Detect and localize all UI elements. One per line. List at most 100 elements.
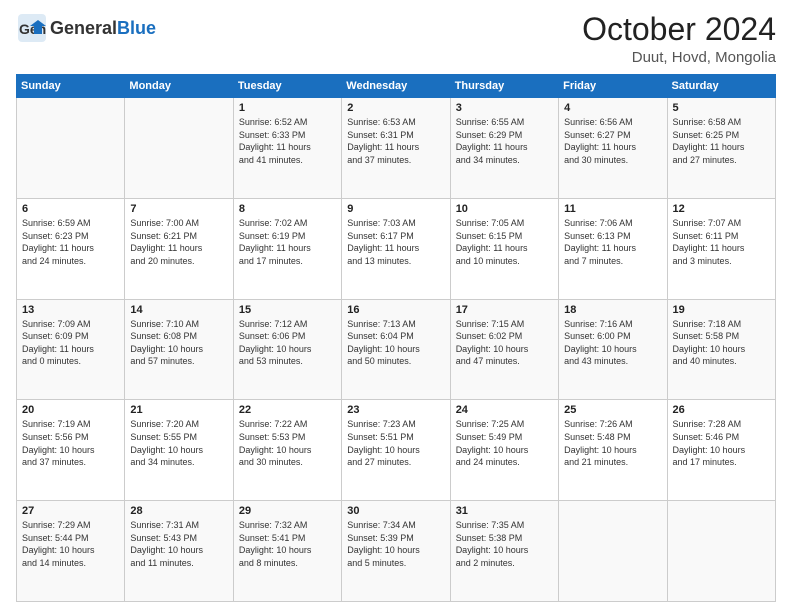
day-info: Sunrise: 6:53 AM Sunset: 6:31 PM Dayligh… bbox=[347, 116, 444, 166]
calendar-day-cell: 4 Sunrise: 6:56 AM Sunset: 6:27 PM Daylig… bbox=[559, 98, 667, 199]
calendar-day-cell: 23 Sunrise: 7:23 AM Sunset: 5:51 PM Dayli… bbox=[342, 400, 450, 501]
day-info: Sunrise: 7:35 AM Sunset: 5:38 PM Dayligh… bbox=[456, 519, 553, 569]
calendar-day-cell: 2Sunrise: 6:53 AM Sunset: 6:31 PM Daylig… bbox=[342, 98, 450, 199]
calendar-day-cell: 30 Sunrise: 7:34 AM Sunset: 5:39 PM Dayli… bbox=[342, 501, 450, 602]
day-number: 23 bbox=[347, 404, 444, 416]
day-info: Sunrise: 7:06 AM Sunset: 6:13 PM Dayligh… bbox=[564, 217, 661, 267]
day-info: Sunrise: 6:56 AM Sunset: 6:27 PM Dayligh… bbox=[564, 116, 661, 166]
calendar-body: 1Sunrise: 6:52 AM Sunset: 6:33 PM Daylig… bbox=[17, 98, 776, 602]
day-info: Sunrise: 7:26 AM Sunset: 5:48 PM Dayligh… bbox=[564, 418, 661, 468]
day-info: Sunrise: 7:02 AM Sunset: 6:19 PM Dayligh… bbox=[239, 217, 336, 267]
day-of-week-header: Friday bbox=[559, 75, 667, 98]
day-info: Sunrise: 7:13 AM Sunset: 6:04 PM Dayligh… bbox=[347, 318, 444, 368]
day-number: 19 bbox=[673, 304, 770, 316]
day-info: Sunrise: 7:12 AM Sunset: 6:06 PM Dayligh… bbox=[239, 318, 336, 368]
day-info: Sunrise: 7:07 AM Sunset: 6:11 PM Dayligh… bbox=[673, 217, 770, 267]
calendar-day-cell: 18 Sunrise: 7:16 AM Sunset: 6:00 PM Dayli… bbox=[559, 299, 667, 400]
day-number: 28 bbox=[130, 505, 227, 517]
calendar-day-cell: 8 Sunrise: 7:02 AM Sunset: 6:19 PM Daylig… bbox=[233, 198, 341, 299]
day-info: Sunrise: 7:03 AM Sunset: 6:17 PM Dayligh… bbox=[347, 217, 444, 267]
calendar-day-cell: 15Sunrise: 7:12 AM Sunset: 6:06 PM Dayli… bbox=[233, 299, 341, 400]
header: Gen GeneralBlue October 2024 Duut, Hovd,… bbox=[16, 12, 776, 66]
day-info: Sunrise: 7:23 AM Sunset: 5:51 PM Dayligh… bbox=[347, 418, 444, 468]
day-number: 26 bbox=[673, 404, 770, 416]
calendar-day-cell: 26 Sunrise: 7:28 AM Sunset: 5:46 PM Dayli… bbox=[667, 400, 775, 501]
calendar-week-row: 1Sunrise: 6:52 AM Sunset: 6:33 PM Daylig… bbox=[17, 98, 776, 199]
day-info: Sunrise: 7:20 AM Sunset: 5:55 PM Dayligh… bbox=[130, 418, 227, 468]
day-number: 12 bbox=[673, 203, 770, 215]
day-info: Sunrise: 7:25 AM Sunset: 5:49 PM Dayligh… bbox=[456, 418, 553, 468]
day-number: 27 bbox=[22, 505, 119, 517]
calendar-day-cell: 17Sunrise: 7:15 AM Sunset: 6:02 PM Dayli… bbox=[450, 299, 558, 400]
calendar-day-cell: 24 Sunrise: 7:25 AM Sunset: 5:49 PM Dayli… bbox=[450, 400, 558, 501]
day-info: Sunrise: 7:32 AM Sunset: 5:41 PM Dayligh… bbox=[239, 519, 336, 569]
day-number: 6 bbox=[22, 203, 119, 215]
day-info: Sunrise: 7:22 AM Sunset: 5:53 PM Dayligh… bbox=[239, 418, 336, 468]
calendar-day-cell: 7 Sunrise: 7:00 AM Sunset: 6:21 PM Daylig… bbox=[125, 198, 233, 299]
calendar-day-cell: 16 Sunrise: 7:13 AM Sunset: 6:04 PM Dayli… bbox=[342, 299, 450, 400]
calendar-day-cell: 11 Sunrise: 7:06 AM Sunset: 6:13 PM Dayli… bbox=[559, 198, 667, 299]
calendar-table: SundayMondayTuesdayWednesdayThursdayFrid… bbox=[16, 74, 776, 602]
calendar-day-cell bbox=[667, 501, 775, 602]
day-of-week-header: Wednesday bbox=[342, 75, 450, 98]
day-number: 30 bbox=[347, 505, 444, 517]
month-year: October 2024 bbox=[582, 12, 776, 47]
logo: Gen GeneralBlue bbox=[16, 12, 156, 44]
day-info: Sunrise: 6:55 AM Sunset: 6:29 PM Dayligh… bbox=[456, 116, 553, 166]
day-number: 3 bbox=[456, 102, 553, 114]
day-number: 1 bbox=[239, 102, 336, 114]
day-number: 18 bbox=[564, 304, 661, 316]
day-number: 16 bbox=[347, 304, 444, 316]
calendar-day-cell: 6 Sunrise: 6:59 AM Sunset: 6:23 PM Daylig… bbox=[17, 198, 125, 299]
day-info: Sunrise: 6:59 AM Sunset: 6:23 PM Dayligh… bbox=[22, 217, 119, 267]
page: Gen GeneralBlue October 2024 Duut, Hovd,… bbox=[0, 0, 792, 612]
calendar-day-cell: 20 Sunrise: 7:19 AM Sunset: 5:56 PM Dayli… bbox=[17, 400, 125, 501]
calendar-day-cell: 5 Sunrise: 6:58 AM Sunset: 6:25 PM Daylig… bbox=[667, 98, 775, 199]
day-number: 21 bbox=[130, 404, 227, 416]
calendar-day-cell: 13Sunrise: 7:09 AM Sunset: 6:09 PM Dayli… bbox=[17, 299, 125, 400]
day-number: 5 bbox=[673, 102, 770, 114]
logo-general-text: GeneralBlue bbox=[50, 18, 156, 39]
day-of-week-header: Thursday bbox=[450, 75, 558, 98]
day-info: Sunrise: 6:58 AM Sunset: 6:25 PM Dayligh… bbox=[673, 116, 770, 166]
calendar-week-row: 20 Sunrise: 7:19 AM Sunset: 5:56 PM Dayli… bbox=[17, 400, 776, 501]
day-info: Sunrise: 7:28 AM Sunset: 5:46 PM Dayligh… bbox=[673, 418, 770, 468]
calendar-day-cell bbox=[559, 501, 667, 602]
day-number: 20 bbox=[22, 404, 119, 416]
logo-icon: Gen bbox=[16, 12, 48, 44]
day-number: 11 bbox=[564, 203, 661, 215]
calendar-day-cell: 1Sunrise: 6:52 AM Sunset: 6:33 PM Daylig… bbox=[233, 98, 341, 199]
calendar-day-cell: 19Sunrise: 7:18 AM Sunset: 5:58 PM Dayli… bbox=[667, 299, 775, 400]
day-info: Sunrise: 7:29 AM Sunset: 5:44 PM Dayligh… bbox=[22, 519, 119, 569]
calendar-day-cell: 22Sunrise: 7:22 AM Sunset: 5:53 PM Dayli… bbox=[233, 400, 341, 501]
calendar-day-cell: 14Sunrise: 7:10 AM Sunset: 6:08 PM Dayli… bbox=[125, 299, 233, 400]
day-info: Sunrise: 7:19 AM Sunset: 5:56 PM Dayligh… bbox=[22, 418, 119, 468]
day-number: 8 bbox=[239, 203, 336, 215]
calendar-header: SundayMondayTuesdayWednesdayThursdayFrid… bbox=[17, 75, 776, 98]
day-of-week-header: Tuesday bbox=[233, 75, 341, 98]
calendar-day-cell: 21 Sunrise: 7:20 AM Sunset: 5:55 PM Dayli… bbox=[125, 400, 233, 501]
calendar-week-row: 6 Sunrise: 6:59 AM Sunset: 6:23 PM Daylig… bbox=[17, 198, 776, 299]
calendar-day-cell bbox=[125, 98, 233, 199]
day-of-week-header: Saturday bbox=[667, 75, 775, 98]
day-number: 29 bbox=[239, 505, 336, 517]
day-number: 24 bbox=[456, 404, 553, 416]
calendar-day-cell: 25 Sunrise: 7:26 AM Sunset: 5:48 PM Dayli… bbox=[559, 400, 667, 501]
day-header-row: SundayMondayTuesdayWednesdayThursdayFrid… bbox=[17, 75, 776, 98]
day-number: 25 bbox=[564, 404, 661, 416]
title-block: October 2024 Duut, Hovd, Mongolia bbox=[582, 12, 776, 66]
day-number: 4 bbox=[564, 102, 661, 114]
day-info: Sunrise: 7:10 AM Sunset: 6:08 PM Dayligh… bbox=[130, 318, 227, 368]
location: Duut, Hovd, Mongolia bbox=[582, 49, 776, 66]
day-number: 7 bbox=[130, 203, 227, 215]
calendar-day-cell: 9Sunrise: 7:03 AM Sunset: 6:17 PM Daylig… bbox=[342, 198, 450, 299]
day-number: 13 bbox=[22, 304, 119, 316]
day-info: Sunrise: 7:00 AM Sunset: 6:21 PM Dayligh… bbox=[130, 217, 227, 267]
day-info: Sunrise: 7:16 AM Sunset: 6:00 PM Dayligh… bbox=[564, 318, 661, 368]
calendar-day-cell: 10Sunrise: 7:05 AM Sunset: 6:15 PM Dayli… bbox=[450, 198, 558, 299]
day-info: Sunrise: 7:34 AM Sunset: 5:39 PM Dayligh… bbox=[347, 519, 444, 569]
calendar-day-cell bbox=[17, 98, 125, 199]
calendar-week-row: 13Sunrise: 7:09 AM Sunset: 6:09 PM Dayli… bbox=[17, 299, 776, 400]
day-info: Sunrise: 7:31 AM Sunset: 5:43 PM Dayligh… bbox=[130, 519, 227, 569]
calendar-day-cell: 29 Sunrise: 7:32 AM Sunset: 5:41 PM Dayli… bbox=[233, 501, 341, 602]
